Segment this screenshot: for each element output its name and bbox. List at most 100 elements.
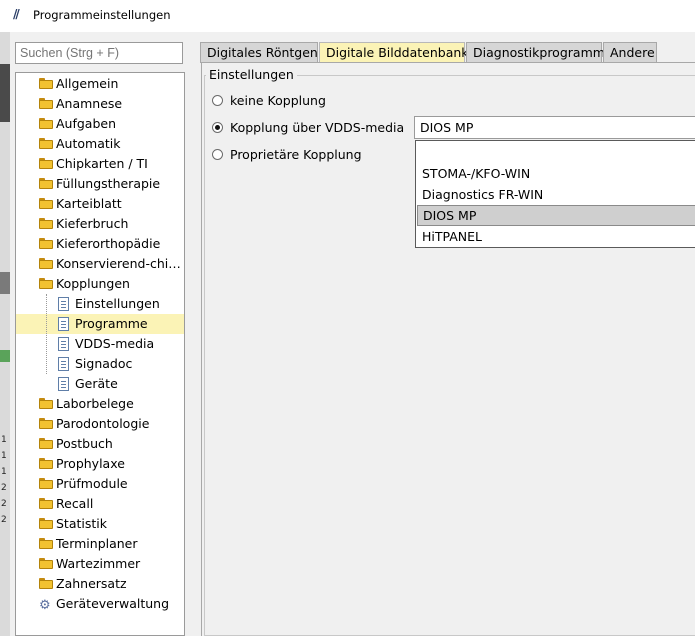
tree-item-konservierend-chi[interactable]: Konservierend-chi… — [16, 254, 184, 274]
tree-item-recall[interactable]: Recall — [16, 494, 184, 514]
tree-item-label: Zahnersatz — [56, 576, 127, 591]
tree-item-signadoc[interactable]: Signadoc — [16, 354, 184, 374]
tree-item-geräteverwaltung[interactable]: ⚙ Geräteverwaltung — [16, 594, 184, 614]
tree-item-anamnese[interactable]: Anamnese — [16, 94, 184, 114]
radio-button[interactable] — [212, 95, 223, 106]
tab-digitale-bilddatenbank[interactable]: Digitale Bilddatenbank — [319, 42, 469, 63]
tree-item-label: Kieferbruch — [56, 216, 129, 231]
tree-item-label: Kopplungen — [56, 276, 130, 291]
folder-icon — [39, 278, 53, 289]
tree-item-label: VDDS-media — [75, 336, 155, 351]
document-icon — [58, 357, 69, 371]
folder-icon — [39, 118, 53, 129]
folder-icon — [39, 498, 53, 509]
tree-item-einstellungen[interactable]: Einstellungen — [16, 294, 184, 314]
tree-item-aufgaben[interactable]: Aufgaben — [16, 114, 184, 134]
tree-item-programme[interactable]: Programme — [16, 314, 184, 334]
dropdown-option[interactable]: STOMA-/KFO-WIN — [417, 163, 695, 184]
tree-item-label: Wartezimmer — [56, 556, 141, 571]
radio-label[interactable]: keine Kopplung — [230, 93, 326, 108]
tree-item-postbuch[interactable]: Postbuch — [16, 434, 184, 454]
tree-item-allgemein[interactable]: Allgemein — [16, 74, 184, 94]
tree-item-prophylaxe[interactable]: Prophylaxe — [16, 454, 184, 474]
settings-tree[interactable]: Allgemein Anamnese Aufgaben Automatik Chipka… — [15, 72, 185, 636]
tree-item-label: Signadoc — [75, 356, 133, 371]
folder-icon — [39, 218, 53, 229]
folder-icon — [39, 418, 53, 429]
document-icon — [58, 377, 69, 391]
folder-icon — [39, 78, 53, 89]
dropdown-option[interactable]: DIOS MP — [417, 205, 695, 226]
background-marks: 1 1 1 2 2 2 — [1, 432, 9, 528]
tree-item-label: Parodontologie — [56, 416, 150, 431]
tree-item-parodontologie[interactable]: Parodontologie — [16, 414, 184, 434]
tree-item-label: Prüfmodule — [56, 476, 128, 491]
radio-label[interactable]: Kopplung über VDDS-media — [230, 120, 404, 135]
app-logo-icon: // — [13, 7, 20, 21]
strip-mark: 1 — [1, 467, 7, 477]
tree-item-automatik[interactable]: Automatik — [16, 134, 184, 154]
coupling-program-combo[interactable]: DIOS MP — [414, 116, 695, 139]
tree-item-füllungstherapie[interactable]: Füllungstherapie — [16, 174, 184, 194]
tree-item-label: Statistik — [56, 516, 107, 531]
tree-item-label: Terminplaner — [56, 536, 138, 551]
tree-item-karteiblatt[interactable]: Karteiblatt — [16, 194, 184, 214]
tab-digitales-röntgen[interactable]: Digitales Röntgen — [200, 42, 318, 63]
tree-item-zahnersatz[interactable]: Zahnersatz — [16, 574, 184, 594]
strip-mark: 1 — [1, 451, 7, 461]
tree-item-label: Prophylaxe — [56, 456, 125, 471]
tree-item-label: Programme — [75, 316, 148, 331]
tree-connector — [46, 294, 47, 374]
tree-item-wartezimmer[interactable]: Wartezimmer — [16, 554, 184, 574]
tree-item-geräte[interactable]: Geräte — [16, 374, 184, 394]
strip-mark: 1 — [1, 435, 7, 445]
folder-icon — [39, 198, 53, 209]
tree-item-label: Laborbelege — [56, 396, 134, 411]
tab-diagnostikprogramm[interactable]: Diagnostikprogramm — [466, 42, 605, 63]
folder-icon — [39, 158, 53, 169]
tree-item-label: Automatik — [56, 136, 121, 151]
background-window-strip: 1 1 1 2 2 2 — [0, 32, 10, 636]
tree-item-terminplaner[interactable]: Terminplaner — [16, 534, 184, 554]
tree-item-label: Chipkarten / TI — [56, 156, 148, 171]
tree-item-label: Konservierend-chi… — [56, 256, 181, 271]
tree-item-laborbelege[interactable]: Laborbelege — [16, 394, 184, 414]
search-input[interactable] — [15, 42, 183, 64]
dropdown-option[interactable]: Diagnostics FR-WIN — [417, 184, 695, 205]
folder-icon — [39, 398, 53, 409]
radio-button[interactable] — [212, 149, 223, 160]
folder-icon — [39, 438, 53, 449]
folder-icon — [39, 258, 53, 269]
folder-icon — [39, 538, 53, 549]
window-title: Programmeinstellungen — [33, 8, 171, 22]
tree-item-kopplungen[interactable]: Kopplungen — [16, 274, 184, 294]
tree-item-label: Allgemein — [56, 76, 119, 91]
tree-item-vdds-media[interactable]: VDDS-media — [16, 334, 184, 354]
title-bar: // Programmeinstellungen — [0, 0, 695, 32]
folder-icon — [39, 138, 53, 149]
strip-mark: 2 — [1, 483, 7, 493]
coupling-program-dropdown[interactable]: STOMA-/KFO-WIN Diagnostics FR-WIN DIOS MP H… — [415, 140, 695, 248]
document-icon — [58, 337, 69, 351]
radio-button[interactable] — [212, 122, 223, 133]
tab-andere[interactable]: Andere — [603, 42, 657, 63]
folder-icon — [39, 238, 53, 249]
tree-item-chipkarten-ti[interactable]: Chipkarten / TI — [16, 154, 184, 174]
tree-item-prüfmodule[interactable]: Prüfmodule — [16, 474, 184, 494]
strip-mark: 2 — [1, 499, 7, 509]
dropdown-option[interactable] — [417, 142, 695, 163]
radio-label[interactable]: Proprietäre Kopplung — [230, 147, 362, 162]
dropdown-option[interactable]: HiTPANEL — [417, 226, 695, 247]
folder-icon — [39, 178, 53, 189]
tree-item-label: Kieferorthopädie — [56, 236, 161, 251]
folder-icon — [39, 578, 53, 589]
tree-item-label: Geräteverwaltung — [56, 596, 170, 611]
folder-icon — [39, 458, 53, 469]
tree-item-label: Geräte — [75, 376, 118, 391]
folder-icon — [39, 98, 53, 109]
tree-item-statistik[interactable]: Statistik — [16, 514, 184, 534]
tree-item-kieferbruch[interactable]: Kieferbruch — [16, 214, 184, 234]
tree-item-label: Recall — [56, 496, 94, 511]
tree-item-kieferorthopädie[interactable]: Kieferorthopädie — [16, 234, 184, 254]
folder-icon — [39, 518, 53, 529]
